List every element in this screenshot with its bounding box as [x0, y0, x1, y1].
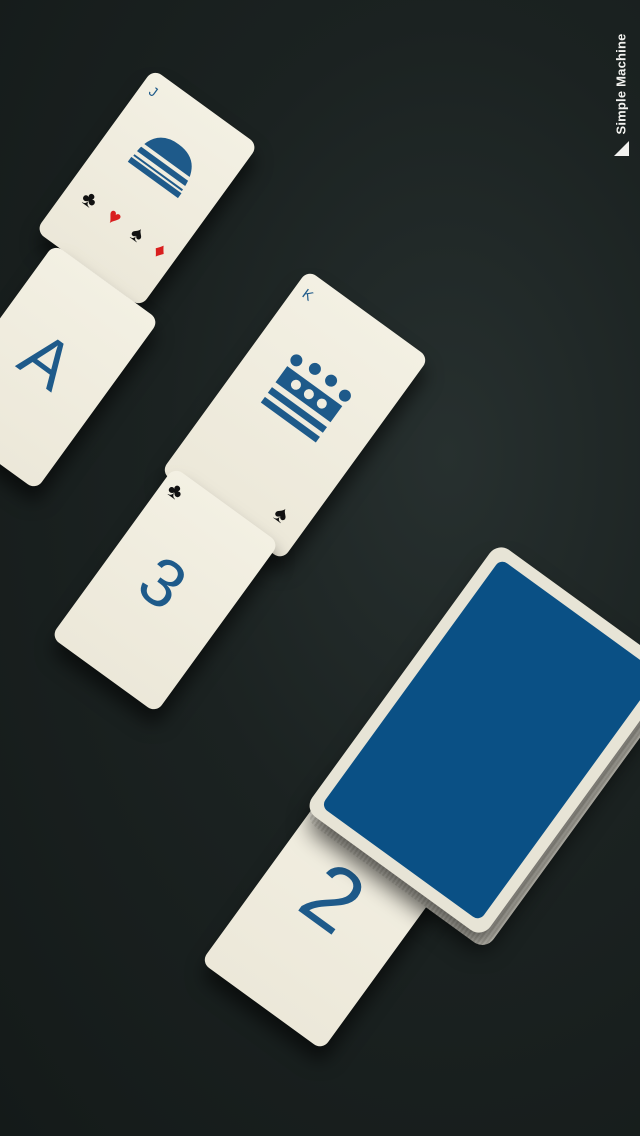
club-icon: ♣: [76, 184, 104, 214]
triangle-logo-icon: [614, 141, 629, 156]
card-king-corner: K: [299, 285, 317, 304]
brand-name: Simple Machine: [613, 33, 629, 135]
brand-logo: Simple Machine: [608, 14, 634, 156]
card-three-rank: 3: [124, 541, 201, 626]
club-icon: ♣: [162, 476, 189, 506]
jack-hat-icon: [127, 137, 193, 199]
crown-icon: [260, 354, 351, 443]
diamond-icon: ♦: [148, 236, 173, 264]
heart-icon: ♥: [101, 202, 127, 231]
spade-icon: ♠: [125, 220, 150, 248]
spade-icon: ♠: [268, 499, 295, 530]
game-table: Simple Machine J ♣ ♥ ♠ ♦ A K ♠ ♣ 3 2: [0, 0, 640, 1136]
card-ace-rank: A: [5, 316, 88, 405]
card-jack-corner: J: [146, 82, 162, 100]
